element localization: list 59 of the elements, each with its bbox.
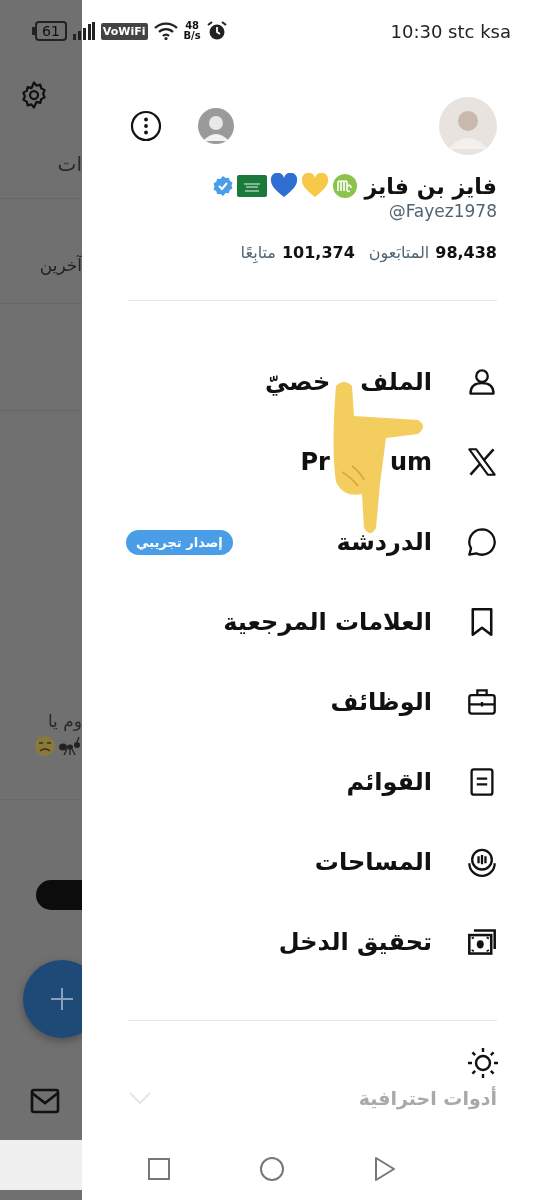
display-mode-icon[interactable] xyxy=(467,1047,499,1079)
menu-label: تحقيق الدخل xyxy=(278,928,432,956)
virgo-icon xyxy=(332,173,359,199)
account-handle: @Fayez1978 xyxy=(387,201,497,221)
menu-label: الملف xyxy=(360,368,432,396)
following-label[interactable]: متابِعًا xyxy=(240,243,276,262)
menu-label: um xyxy=(389,448,432,476)
flag-icon xyxy=(237,175,268,197)
menu-item[interactable]: Pr um xyxy=(128,422,497,502)
menu-label: القوائم xyxy=(346,768,432,796)
menu-item[interactable]: الوظائف xyxy=(128,662,497,742)
speed-unit: B/s xyxy=(183,31,201,41)
microphone-circle-icon xyxy=(467,847,497,877)
wifi-icon xyxy=(153,22,178,40)
battery-level: 61 xyxy=(35,21,67,41)
speed-value: 48 xyxy=(185,21,200,31)
home-button[interactable] xyxy=(259,1156,285,1182)
menu-item[interactable]: المساحات xyxy=(128,822,497,902)
followers-count[interactable]: 98,438 xyxy=(435,243,497,262)
ant-icon xyxy=(58,736,82,756)
recent-apps-button[interactable] xyxy=(147,1157,171,1181)
settings-icon[interactable] xyxy=(19,80,49,110)
more-options-icon[interactable] xyxy=(130,110,162,142)
post-text: وم يا xyxy=(47,711,82,731)
account-name: فايز بن فايز xyxy=(364,173,497,199)
mail-icon[interactable] xyxy=(30,1088,60,1114)
x-logo-icon xyxy=(467,447,497,477)
briefcase-icon xyxy=(467,687,497,717)
chat-bubble-icon xyxy=(467,527,497,557)
menu-label: الوظائف xyxy=(330,688,432,716)
menu-label: خصيّ xyxy=(265,368,331,396)
back-button[interactable] xyxy=(373,1156,397,1182)
alarm-icon xyxy=(206,21,227,41)
heart-icon xyxy=(270,173,299,199)
beta-badge: إصدار تجريبي xyxy=(126,529,233,555)
followers-label[interactable]: المتابَعون xyxy=(368,243,430,262)
time-carrier: 10:30 stc ksa xyxy=(390,20,511,42)
menu-item[interactable]: الملف خصيّ xyxy=(128,342,497,422)
menu-label: العلامات المرجعية xyxy=(223,608,432,636)
plus-icon xyxy=(50,987,74,1011)
feed-text: آخرين xyxy=(39,255,82,275)
heart-icon xyxy=(301,173,330,199)
menu-item[interactable]: القوائم xyxy=(128,742,497,822)
menu-item[interactable]: العلامات المرجعية xyxy=(128,582,497,662)
menu-label: Pr xyxy=(300,448,330,476)
menu-label: المساحات xyxy=(314,848,432,876)
money-icon xyxy=(467,927,497,957)
list-icon xyxy=(467,767,497,797)
menu-item[interactable]: تحقيق الدخل xyxy=(128,902,497,982)
avatar[interactable] xyxy=(198,108,234,144)
calling-badge: VoWiFi xyxy=(100,22,148,40)
following-count[interactable]: 101,374 xyxy=(281,243,355,262)
section-label: أدوات احترافية xyxy=(358,1087,497,1109)
pill-background xyxy=(36,880,82,910)
person-icon xyxy=(467,367,497,397)
signal-icon xyxy=(72,22,95,40)
menu-label: الدردشة xyxy=(336,528,432,556)
menu-item[interactable]: الدردشة إصدار تجريبي xyxy=(128,502,497,582)
sad-face-icon xyxy=(34,735,56,757)
